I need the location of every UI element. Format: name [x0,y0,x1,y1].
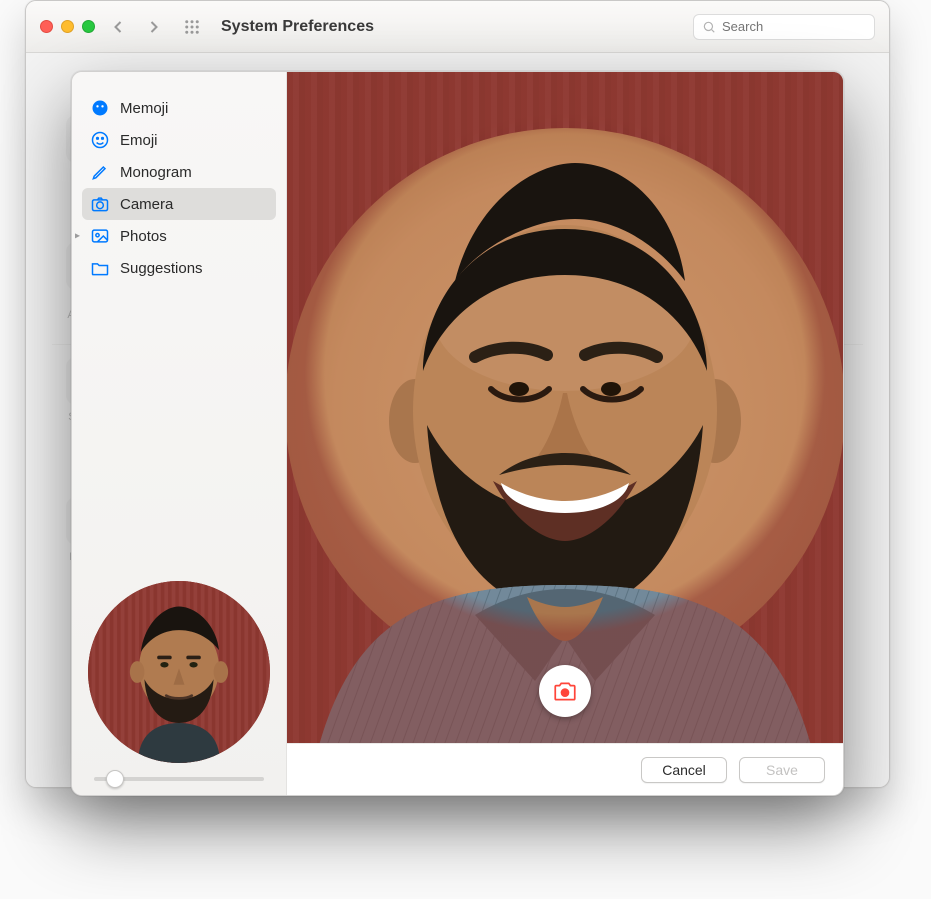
camera-preview [287,72,843,743]
back-button[interactable] [105,14,131,40]
sidebar-item-monogram[interactable]: Monogram [82,156,276,188]
dialog-main: Cancel Save [287,72,843,795]
show-all-button[interactable] [179,14,205,40]
cancel-button-label: Cancel [662,762,706,778]
save-button-label: Save [766,762,798,778]
sidebar-item-label: Camera [120,196,173,213]
cancel-button[interactable]: Cancel [641,757,727,783]
folder-icon [90,258,110,278]
close-window-button[interactable] [40,20,53,33]
sidebar-item-memoji[interactable]: Memoji [82,92,276,124]
memoji-icon [90,98,110,118]
dialog-footer: Cancel Save [287,743,843,795]
emoji-icon [90,130,110,150]
take-photo-button[interactable] [539,665,591,717]
forward-button[interactable] [141,14,167,40]
search-field[interactable] [693,14,875,40]
photos-icon [90,226,110,246]
sidebar-item-suggestions[interactable]: Suggestions [82,252,276,284]
sidebar-item-photos[interactable]: ▸ Photos [82,220,276,252]
avatar-preview-thumbnail [88,581,270,763]
sidebar-item-label: Photos [120,228,167,245]
sidebar: Memoji Emoji Monogram Camera [72,72,287,795]
window-title: System Preferences [221,18,374,36]
source-list: Memoji Emoji Monogram Camera [72,86,286,581]
camera-preview-person [305,161,825,743]
avatar-picker-dialog: Memoji Emoji Monogram Camera [71,71,844,796]
sidebar-item-label: Suggestions [120,260,203,277]
sidebar-item-label: Monogram [120,164,192,181]
sidebar-item-label: Emoji [120,132,158,149]
zoom-window-button[interactable] [82,20,95,33]
window-controls [40,20,95,33]
sidebar-item-emoji[interactable]: Emoji [82,124,276,156]
sidebar-item-label: Memoji [120,100,168,117]
camera-shutter-icon [552,678,578,704]
save-button[interactable]: Save [739,757,825,783]
pencil-icon [90,162,110,182]
sidebar-item-camera[interactable]: Camera [82,188,276,220]
chevron-right-icon: ▸ [75,231,80,242]
minimize-window-button[interactable] [61,20,74,33]
person-thumbnail-illustration [88,581,270,763]
titlebar: System Preferences [26,1,889,53]
camera-icon [90,194,110,214]
zoom-slider[interactable] [94,777,264,781]
search-input[interactable] [722,19,866,34]
search-icon [702,20,716,34]
